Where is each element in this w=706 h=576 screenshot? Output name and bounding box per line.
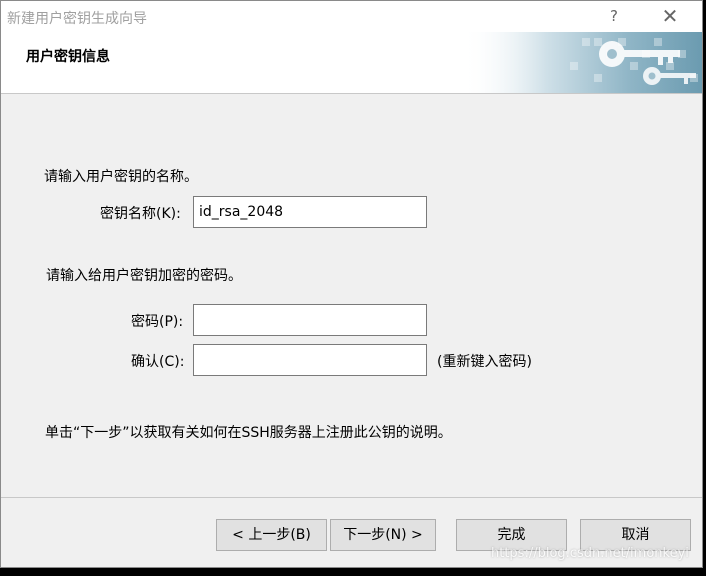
- watermark: https://blog.csdn.net/imonkeyi: [491, 546, 689, 561]
- name-prompt: 请输入用户密钥的名称。: [44, 169, 198, 185]
- key-name-label: 密钥名称(K):: [100, 206, 181, 222]
- key-icon: [462, 32, 702, 93]
- key-name-input[interactable]: [193, 196, 427, 228]
- close-button[interactable]: ✕: [647, 1, 693, 32]
- confirm-password-input[interactable]: [193, 344, 427, 376]
- confirm-label: 确认(C):: [131, 354, 185, 370]
- back-button[interactable]: < 上一步(B): [216, 519, 327, 551]
- next-button[interactable]: 下一步(N) >: [330, 519, 436, 551]
- password-prompt: 请输入给用户密钥加密的密码。: [46, 268, 242, 284]
- wizard-window: 新建用户密钥生成向导 ? ✕ 用户密钥信息 请输入用户密钥的名称。 密钥名称(K…: [0, 0, 703, 568]
- instruction-text: 单击“下一步”以获取有关如何在SSH服务器上注册此公钥的说明。: [45, 425, 452, 441]
- title-bar: 新建用户密钥生成向导 ? ✕: [1, 1, 702, 32]
- password-input[interactable]: [193, 304, 427, 336]
- confirm-hint: (重新键入密码): [437, 354, 532, 370]
- password-label: 密码(P):: [131, 314, 184, 330]
- page-title: 用户密钥信息: [26, 49, 110, 65]
- window-title: 新建用户密钥生成向导: [7, 11, 147, 27]
- help-button[interactable]: ?: [591, 1, 637, 32]
- footer-divider: [1, 497, 702, 498]
- wizard-header: 用户密钥信息: [1, 32, 702, 94]
